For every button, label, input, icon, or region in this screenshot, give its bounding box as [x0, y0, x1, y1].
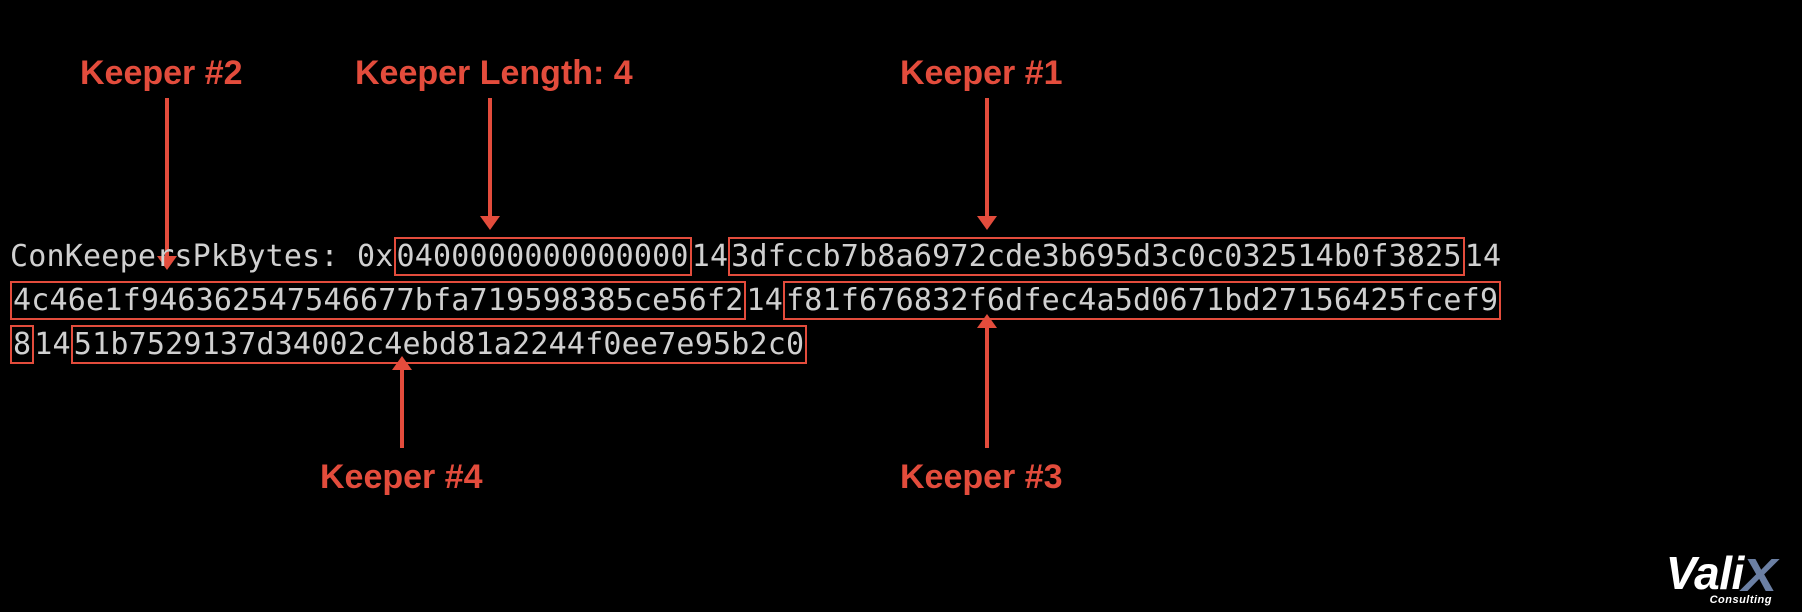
box-keeper-2: 4c46e1f946362547546677bfa719598385ce56f2: [10, 281, 746, 320]
hex-sep-3: 14: [746, 283, 783, 318]
arrow-keeper-length: [488, 98, 492, 218]
hex-sep-2: 14: [1465, 239, 1502, 274]
label-keeper-3: Keeper #3: [900, 460, 1063, 494]
logo-valix: ValiX Consulting: [1666, 550, 1774, 596]
box-keeper-4: 51b7529137d34002c4ebd81a2244f0ee7e95b2c0: [71, 325, 807, 364]
box-keeper-3-part-b: 8: [10, 325, 34, 364]
box-keeper-1: 3dfccb7b8a6972cde3b695d3c0c032514b0f3825: [728, 237, 1464, 276]
hex-block: ConKeepersPkBytes: 0x0400000000000000143…: [10, 235, 1792, 367]
hex-sep-1: 14: [692, 239, 729, 274]
arrow-keeper-1: [985, 98, 989, 218]
box-keeper-length: 0400000000000000: [394, 237, 692, 276]
logo-subtext: Consulting: [1710, 595, 1772, 606]
label-keeper-len: Keeper Length: 4: [355, 56, 633, 90]
box-keeper-3-part-a: f81f676832f6dfec4a5d0671bd27156425fcef9: [783, 281, 1501, 320]
label-keeper-2: Keeper #2: [80, 56, 243, 90]
label-keeper-1: Keeper #1: [900, 56, 1063, 90]
arrow-keeper-2: [165, 98, 169, 258]
logo-text-x: X: [1742, 552, 1777, 598]
hex-sep-4: 14: [34, 327, 71, 362]
diagram-page: Keeper #2 Keeper Length: 4 Keeper #1 Kee…: [0, 0, 1802, 612]
hex-prefix: ConKeepersPkBytes: 0x: [10, 239, 394, 274]
label-keeper-4: Keeper #4: [320, 460, 483, 494]
logo-text-vali: Vali: [1666, 547, 1744, 599]
arrow-keeper-4: [400, 368, 404, 448]
